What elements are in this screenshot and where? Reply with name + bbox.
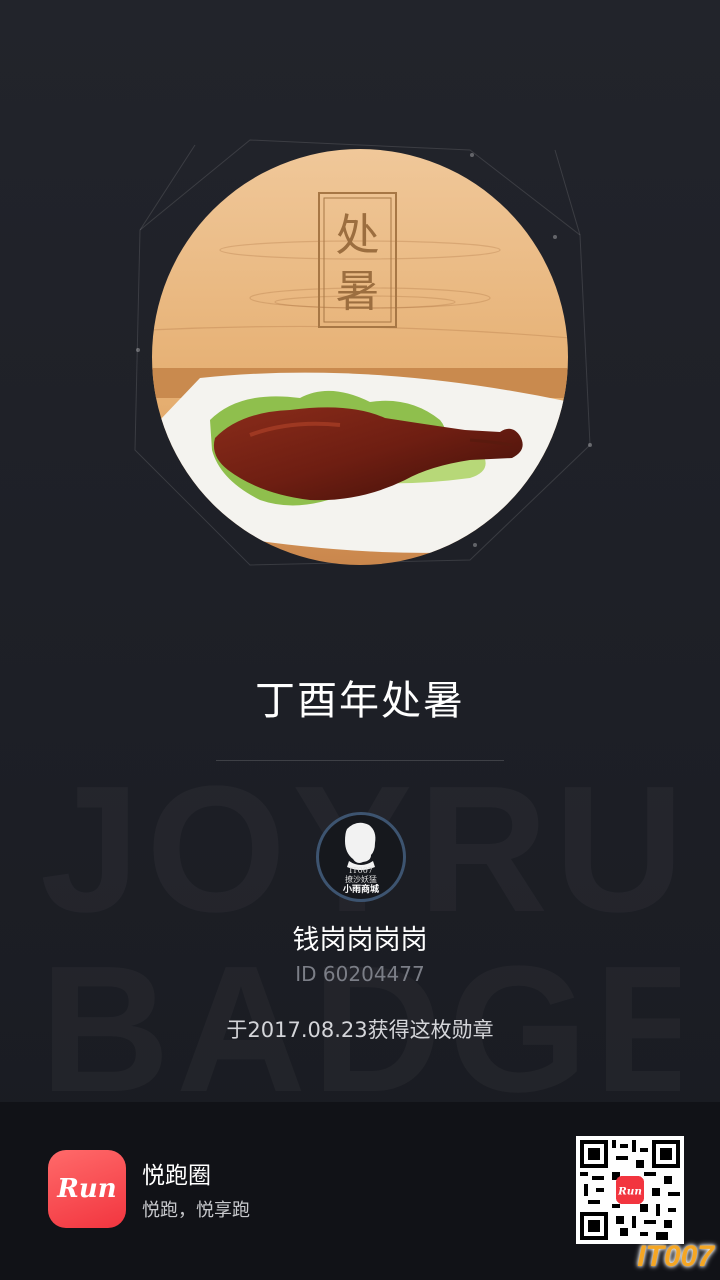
divider — [216, 760, 504, 761]
qr-code-image: Run — [580, 1140, 680, 1240]
site-watermark: IT007 — [637, 1240, 714, 1273]
plaque-char-2: 暑 — [336, 266, 380, 317]
app-name: 悦跑圈 — [142, 1163, 211, 1189]
user-name[interactable]: 钱岗岗岗岗 — [0, 918, 720, 957]
footer-bar: Run 悦跑圈 悦跑，悦享跑 Run IT007 — [0, 1102, 720, 1280]
plaque-char-1: 处 — [336, 210, 380, 261]
app-icon[interactable]: Run — [48, 1150, 126, 1228]
avatar-image: IT007 撩沙妖猛 小雨商城 — [342, 822, 379, 895]
qr-code[interactable]: Run — [576, 1136, 684, 1244]
badge-illustration: 处 暑 — [110, 120, 610, 590]
qr-center-text: Run — [617, 1185, 642, 1197]
app-icon-text: Run — [57, 1174, 117, 1204]
badge-title: 丁酉年处暑 — [255, 678, 465, 724]
user-id: ID 60204477 — [295, 962, 425, 986]
avatar[interactable]: IT007 撩沙妖猛 小雨商城 — [316, 812, 406, 902]
earned-date-text: 于2017.08.23获得这枚勋章 — [226, 1018, 494, 1042]
avatar-text-3: 小雨商城 — [342, 883, 379, 895]
avatar-text-1: IT007 — [349, 866, 373, 875]
avatar-text-2: 撩沙妖猛 — [345, 874, 377, 884]
badge-svg: 处 暑 — [134, 139, 592, 566]
app-slogan: 悦跑，悦享跑 — [142, 1200, 250, 1221]
